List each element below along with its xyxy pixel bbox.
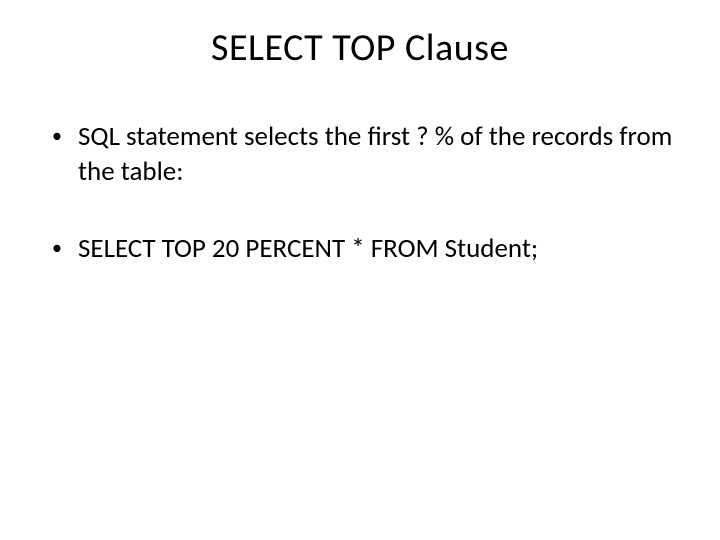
bullet-text: SQL statement selects the first ? % of t…	[78, 119, 680, 189]
slide-title: SELECT TOP Clause	[40, 25, 680, 71]
slide-content: • SQL statement selects the first ? % of…	[40, 119, 680, 266]
slide-container: SELECT TOP Clause • SQL statement select…	[0, 0, 720, 540]
bullet-marker: •	[52, 119, 78, 153]
bullet-item: • SQL statement selects the first ? % of…	[52, 119, 680, 189]
bullet-marker: •	[52, 231, 78, 265]
bullet-item: • SELECT TOP 20 PERCENT * FROM Student;	[52, 231, 680, 266]
bullet-text: SELECT TOP 20 PERCENT * FROM Student;	[78, 231, 680, 266]
